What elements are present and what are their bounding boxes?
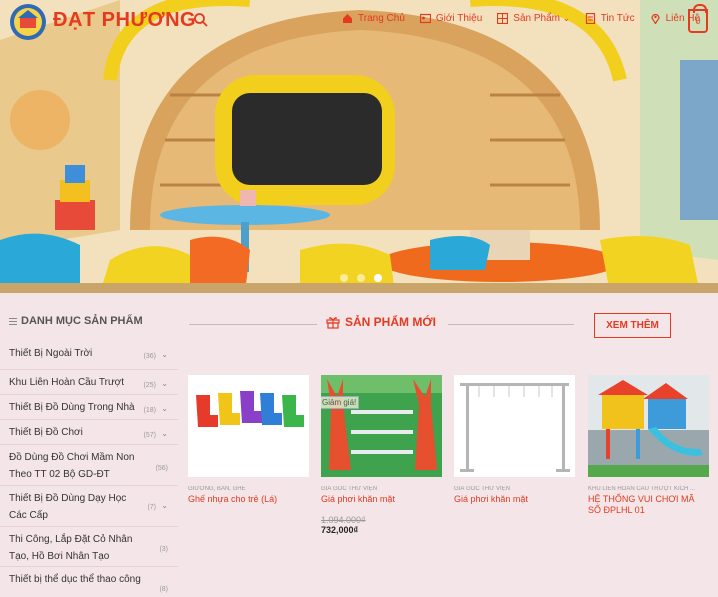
product-image[interactable]: Giảm giá!: [321, 375, 442, 477]
chevron-down-icon[interactable]: ⌄: [161, 497, 168, 514]
logo-icon[interactable]: [6, 3, 50, 41]
chevron-down-icon: ⌄: [562, 14, 570, 23]
category-count: (18): [143, 407, 156, 414]
category-count: (3): [159, 546, 168, 553]
product-name[interactable]: Ghế nhựa cho trẻ (Lá): [188, 494, 309, 505]
category-count: (56): [155, 465, 168, 472]
chevron-down-icon[interactable]: ⌄: [161, 346, 168, 363]
product-category[interactable]: GIƯỜNG, BÀN, GHẾ: [188, 486, 309, 492]
category-item[interactable]: Thiết Bị Đồ Chơi (57) ⌄: [0, 420, 178, 445]
slider-dot[interactable]: [340, 274, 348, 282]
category-label: Thiết Bị Đồ Dùng Trong Nhà: [9, 402, 135, 413]
category-item[interactable]: Thi Công, Lắp Đặt Cỏ Nhân Tạo, Hồ Bơi Nh…: [0, 527, 178, 567]
category-item[interactable]: Thiết Bị Đồ Dùng Dạy Học Các Cấp (7) ⌄: [0, 486, 178, 527]
rabbit-rack-image: [321, 375, 442, 477]
product-name[interactable]: Giá phơi khăn mặt: [454, 494, 575, 505]
nav-label: Sản Phẩm: [513, 13, 560, 24]
slider-dots: [340, 274, 382, 282]
section-divider: [448, 324, 574, 325]
grid-icon: [497, 13, 509, 24]
category-label: Thiết bị thể dục thể thao công: [9, 574, 141, 585]
brand-name[interactable]: ĐẠT PHƯƠNG: [53, 9, 196, 32]
product-card[interactable]: KHU LIÊN HOÀN CẦU TRƯỢT KÍCH ... HỆ THỐN…: [588, 375, 709, 516]
product-image[interactable]: [454, 375, 575, 477]
nav-label: Giới Thiệu: [435, 13, 483, 24]
section-title: SẢN PHẨM MỚI: [326, 315, 436, 329]
nav-item-products[interactable]: Sản Phẩm ⌄: [497, 13, 570, 24]
category-item[interactable]: Đồ Dùng Đồ Chơi Mầm Non Theo TT 02 Bộ GD…: [0, 445, 178, 486]
category-label: Thi Công, Lắp Đặt Cỏ Nhân Tạo, Hồ Bơi Nh…: [9, 534, 133, 562]
category-count: (7): [147, 504, 156, 511]
category-label: Thiết Bị Đồ Chơi: [9, 427, 83, 438]
product-image[interactable]: [188, 375, 309, 477]
product-card[interactable]: GIƯỜNG, BÀN, GHẾ Ghế nhựa cho trẻ (Lá): [188, 375, 309, 505]
sidebar-title-text: DANH MỤC SẢN PHẨM: [21, 315, 143, 327]
category-count: (36): [143, 353, 156, 360]
category-list: Thiết Bị Ngoài Trời (36) ⌄ Khu Liên Hoàn…: [0, 345, 178, 597]
product-old-price: 1.094.000₫: [321, 515, 366, 525]
map-pin-icon: [651, 13, 660, 24]
chevron-down-icon[interactable]: ⌄: [161, 375, 168, 392]
cart-button[interactable]: 0: [688, 4, 708, 33]
product-card[interactable]: GIÁ GÓC THƯ VIỆN Giá phơi khăn mặt: [454, 375, 575, 505]
product-category[interactable]: GIÁ GÓC THƯ VIỆN: [321, 486, 442, 492]
category-item[interactable]: Thiết bị thể dục thể thao công (8): [0, 567, 178, 597]
nav-item-news[interactable]: Tin Tức: [585, 13, 635, 24]
home-icon: [343, 14, 352, 23]
category-label: Thiết Bị Đồ Dùng Dạy Học Các Cấp: [9, 493, 127, 521]
product-category[interactable]: GIÁ GÓC THƯ VIỆN: [454, 486, 575, 492]
section-divider: [189, 324, 317, 325]
menu-icon: [9, 317, 17, 325]
nav-label: Trang Chủ: [358, 13, 405, 24]
nav-label: Tin Tức: [600, 13, 635, 24]
category-item[interactable]: Khu Liên Hoàn Cầu Trượt (25) ⌄: [0, 370, 178, 395]
product-price: 732,000₫: [321, 525, 359, 535]
product-name[interactable]: HỆ THỐNG VUI CHƠI MÃ SỐ ĐPLHL 01: [588, 494, 709, 516]
category-count: (57): [143, 432, 156, 439]
sidebar-title: DANH MỤC SẢN PHẨM: [9, 315, 143, 327]
product-category[interactable]: KHU LIÊN HOÀN CẦU TRƯỢT KÍCH ...: [588, 486, 709, 492]
sale-badge: Giảm giá!: [321, 396, 360, 409]
cart-count: 0: [695, 16, 701, 26]
chair-stack-image: [188, 375, 309, 477]
gift-icon: [326, 317, 340, 329]
section-title-text: SẢN PHẨM MỚI: [345, 315, 436, 329]
category-count: (8): [159, 586, 168, 593]
category-label: Đồ Dùng Đồ Chơi Mầm Non Theo TT 02 Bộ GD…: [9, 452, 135, 480]
product-card[interactable]: Giảm giá! GIÁ GÓC THƯ VIỆN Giá phơi khăn…: [321, 375, 442, 535]
product-name[interactable]: Giá phơi khăn mặt: [321, 494, 442, 505]
nav-item-home[interactable]: Trang Chủ: [342, 13, 405, 24]
chevron-down-icon[interactable]: ⌄: [161, 425, 168, 442]
category-sidebar: DANH MỤC SẢN PHẨM Thiết Bị Ngoài Trời (3…: [0, 293, 178, 597]
product-image[interactable]: [588, 375, 709, 477]
search-icon[interactable]: [193, 12, 209, 28]
id-card-icon: [419, 13, 431, 24]
category-label: Khu Liên Hoàn Cầu Trượt: [9, 377, 124, 388]
category-count: (25): [143, 382, 156, 389]
chevron-down-icon[interactable]: ⌄: [161, 400, 168, 417]
document-icon: [585, 13, 595, 24]
view-more-button[interactable]: XEM THÊM: [594, 313, 671, 338]
category-item[interactable]: Thiết Bị Ngoài Trời (36) ⌄: [0, 345, 178, 370]
category-label: Thiết Bị Ngoài Trời: [9, 348, 93, 359]
slider-dot-active[interactable]: [374, 274, 382, 282]
playground-image: [588, 375, 709, 477]
main-nav: Trang Chủ Giới Thiệu Sản Phẩm ⌄ Tin Tức: [342, 13, 715, 24]
nav-item-about[interactable]: Giới Thiệu: [419, 13, 483, 24]
site-header: ĐẠT PHƯƠNG Trang Chủ Giới Thiệu Sản Phẩm…: [0, 0, 718, 44]
towel-rack-image: [454, 375, 575, 477]
category-item[interactable]: Thiết Bị Đồ Dùng Trong Nhà (18) ⌄: [0, 395, 178, 420]
slider-dot[interactable]: [357, 274, 365, 282]
